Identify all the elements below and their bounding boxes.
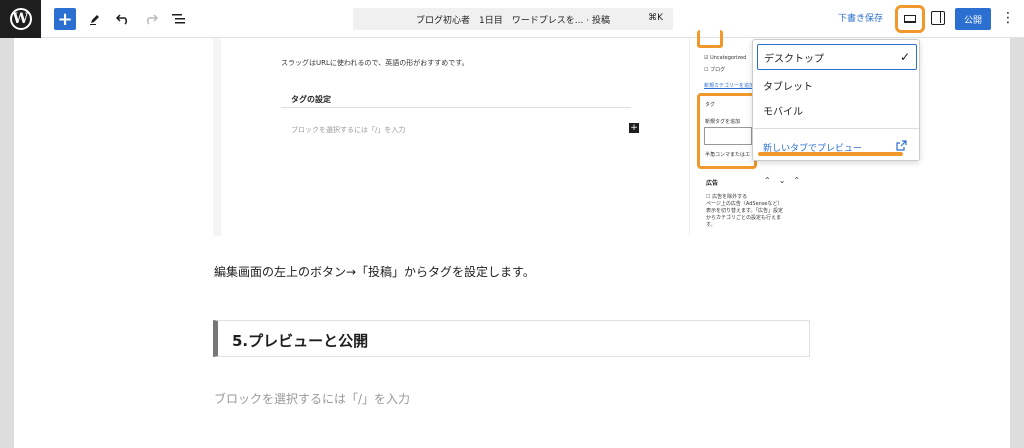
document-overview-button[interactable] xyxy=(170,8,188,30)
redo-button[interactable] xyxy=(142,8,160,30)
tag-label: タグ xyxy=(705,102,716,108)
wordpress-logo-button[interactable]: W xyxy=(0,0,41,38)
tag-heading: タグの設定 xyxy=(291,95,331,104)
heading-block[interactable]: 5.プレビューと公開 xyxy=(213,320,810,357)
command-palette-bar[interactable]: ブログ初心者 1日目 ワードプレスを... · 投稿 ⌘K xyxy=(353,8,673,30)
preview-mobile-option[interactable]: モバイル xyxy=(757,97,917,123)
options-menu-button[interactable]: ⋮ xyxy=(1001,9,1015,29)
tag-input xyxy=(704,127,752,145)
publish-button[interactable]: 公開 xyxy=(955,8,991,30)
panel-arrows-icon: ⌃⌄⌃ xyxy=(764,176,809,185)
category-uncategorized: ☑ Uncategorized xyxy=(704,55,747,61)
ad-heading: 広告 xyxy=(706,180,719,187)
preview-dropdown: デスクトップ ✓ タブレット モバイル 新しいタブでプレビュー xyxy=(752,39,920,161)
highlight-underline xyxy=(758,152,903,156)
menu-divider xyxy=(753,128,919,129)
list-view-icon xyxy=(172,14,185,24)
divider xyxy=(281,107,631,108)
check-icon: ✓ xyxy=(899,50,910,64)
preview-new-tab-link[interactable]: 新しいタブでプレビュー xyxy=(757,134,917,160)
paragraph-block[interactable]: 編集画面の左上のボタン→「投稿」からタグを設定します。 xyxy=(214,263,535,280)
redo-icon xyxy=(146,14,158,25)
category-blog: ☐ ブログ xyxy=(704,67,726,73)
wordpress-icon: W xyxy=(9,8,32,30)
command-shortcut: ⌘K xyxy=(648,13,663,23)
undo-button[interactable] xyxy=(114,8,132,30)
add-block-button[interactable]: + xyxy=(54,8,76,30)
new-category-link: 新規カテゴリーを追加 xyxy=(704,83,755,89)
editor-toolbar: W + ブログ初心者 1日目 ワードプレスを... · 投稿 ⌘K 下書き保存 … xyxy=(0,0,1024,38)
save-draft-button[interactable]: 下書き保存 xyxy=(838,11,883,24)
plus-icon: + xyxy=(57,8,73,30)
pencil-icon xyxy=(90,15,99,25)
undo-icon xyxy=(116,14,128,25)
canvas-margin-left xyxy=(0,38,14,448)
desktop-icon xyxy=(904,15,916,23)
new-tag-label: 新規タグを追加 xyxy=(705,119,741,125)
ad-description: ☐ 広告を除外する ページ上の広告（AdSenseなど）表示を切り替えます。「広告… xyxy=(706,194,784,228)
preview-button[interactable] xyxy=(895,5,925,33)
document-title: ブログ初心者 1日目 ワードプレスを... · 投稿 xyxy=(416,15,610,26)
tools-button[interactable] xyxy=(86,8,104,30)
preview-tablet-option[interactable]: タブレット xyxy=(757,72,917,98)
heading-text: 5.プレビューと公開 xyxy=(232,332,369,350)
inserter-icon: + xyxy=(629,123,639,133)
block-placeholder: ブロックを選択するには「/」を入力 xyxy=(291,126,406,134)
preview-desktop-option[interactable]: デスクトップ ✓ xyxy=(757,44,917,70)
empty-block-placeholder[interactable]: ブロックを選択するには「/」を入力 xyxy=(214,390,410,407)
highlight-box xyxy=(697,30,723,48)
image-block[interactable]: スラッグはURLに使われるので、英語の形がおすすめです。 タグの設定 ブロックを… xyxy=(213,38,698,236)
canvas-margin-right xyxy=(1010,38,1024,448)
settings-sidebar-toggle[interactable] xyxy=(931,11,945,25)
tag-hint: 半角コンマまたはエンターキーで区切ります。 xyxy=(705,152,751,158)
embedded-editor: スラッグはURLに使われるので、英語の形がおすすめです。 タグの設定 ブロックを… xyxy=(221,38,691,236)
slug-note: スラッグはURLに使われるので、英語の形がおすすめです。 xyxy=(281,59,469,67)
